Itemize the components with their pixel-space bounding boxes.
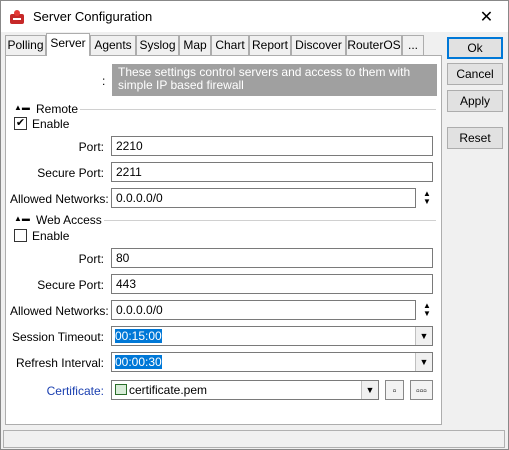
- tab-polling[interactable]: Polling: [5, 35, 46, 55]
- cancel-button[interactable]: Cancel: [447, 63, 503, 85]
- remote-section-title: Remote: [36, 102, 79, 116]
- web-port-input[interactable]: 80: [111, 248, 433, 268]
- web-secure-port-input[interactable]: 443: [111, 274, 433, 294]
- check-icon: ✔: [15, 117, 26, 129]
- remote-enable-checkbox[interactable]: ✔: [14, 117, 27, 130]
- session-timeout-select[interactable]: 00:15:00 ▼: [111, 326, 433, 346]
- web-allowed-networks-input[interactable]: 0.0.0.0/0: [111, 300, 416, 320]
- refresh-interval-label: Refresh Interval:: [15, 356, 104, 370]
- status-bar: [3, 430, 505, 448]
- close-icon: ✕: [479, 8, 494, 26]
- web-networks-spinner[interactable]: ▲ ▼: [421, 302, 433, 322]
- remote-allowed-networks-label: Allowed Networks:: [10, 192, 109, 206]
- tab-server[interactable]: Server: [46, 33, 90, 56]
- info-colon: :: [102, 74, 106, 88]
- tab-more[interactable]: ...: [402, 35, 424, 55]
- ok-button[interactable]: Ok: [447, 37, 503, 59]
- tab-agents[interactable]: Agents: [90, 35, 136, 55]
- remote-secure-port-label: Secure Port:: [37, 166, 104, 180]
- certificate-icon: [115, 384, 127, 396]
- remote-port-label: Port:: [78, 140, 104, 154]
- tab-chart[interactable]: Chart: [211, 35, 249, 55]
- remote-port-input[interactable]: 2210: [111, 136, 433, 156]
- web-access-section-title: Web Access: [36, 213, 102, 227]
- server-tab-panel: : These settings control servers and acc…: [5, 55, 442, 425]
- tab-report[interactable]: Report: [249, 35, 291, 55]
- session-timeout-label: Session Timeout:: [11, 330, 104, 344]
- reset-button[interactable]: Reset: [447, 127, 503, 149]
- remote-secure-port-input[interactable]: 2211: [111, 162, 433, 182]
- apply-button[interactable]: Apply: [447, 90, 503, 112]
- tab-map[interactable]: Map: [179, 35, 211, 55]
- chevron-down-icon[interactable]: ▼: [415, 353, 432, 371]
- tab-routeros[interactable]: RouterOS: [346, 35, 402, 55]
- collapse-icon: ▲▬: [14, 103, 30, 112]
- web-secure-port-label: Secure Port:: [37, 278, 104, 292]
- web-enable-label: Enable: [32, 229, 70, 243]
- section-divider: [104, 220, 436, 221]
- window-title: Server Configuration: [33, 9, 153, 24]
- chevron-down-icon[interactable]: ▼: [361, 381, 378, 399]
- certificate-value: certificate.pem: [129, 383, 208, 397]
- web-allowed-networks-label: Allowed Networks:: [10, 304, 109, 318]
- web-access-section-header[interactable]: ▲▬ Web Access: [12, 213, 436, 227]
- server-configuration-window: Server Configuration ✕ Polling Server Ag…: [0, 0, 509, 450]
- close-button[interactable]: ✕: [465, 1, 508, 32]
- remote-section-header[interactable]: ▲▬ Remote: [12, 102, 436, 116]
- section-divider: [80, 109, 436, 110]
- web-port-label: Port:: [78, 252, 104, 266]
- title-bar: Server Configuration ✕: [1, 1, 508, 32]
- remote-enable-label: Enable: [32, 117, 70, 131]
- remote-allowed-networks-input[interactable]: 0.0.0.0/0: [111, 188, 416, 208]
- certificate-actions: ▫ ▫▫▫: [383, 380, 435, 400]
- refresh-interval-value: 00:00:30: [115, 355, 162, 369]
- certificate-select[interactable]: certificate.pem ▼: [111, 380, 379, 400]
- collapse-icon: ▲▬: [14, 214, 30, 223]
- web-enable-checkbox[interactable]: [14, 229, 27, 242]
- chevron-down-icon[interactable]: ▼: [415, 327, 432, 345]
- session-timeout-value: 00:15:00: [115, 329, 162, 343]
- spinner-down-icon[interactable]: ▼: [421, 310, 433, 318]
- tab-syslog[interactable]: Syslog: [136, 35, 179, 55]
- remote-networks-spinner[interactable]: ▲ ▼: [421, 190, 433, 210]
- refresh-interval-select[interactable]: 00:00:30 ▼: [111, 352, 433, 372]
- certificate-view-button[interactable]: ▫: [385, 380, 404, 400]
- certificate-link[interactable]: Certificate:: [10, 384, 104, 398]
- info-description: These settings control servers and acces…: [112, 64, 437, 96]
- app-icon: [10, 10, 24, 24]
- certificate-browse-button[interactable]: ▫▫▫: [410, 380, 433, 400]
- tab-discover[interactable]: Discover: [291, 35, 346, 55]
- spinner-down-icon[interactable]: ▼: [421, 198, 433, 206]
